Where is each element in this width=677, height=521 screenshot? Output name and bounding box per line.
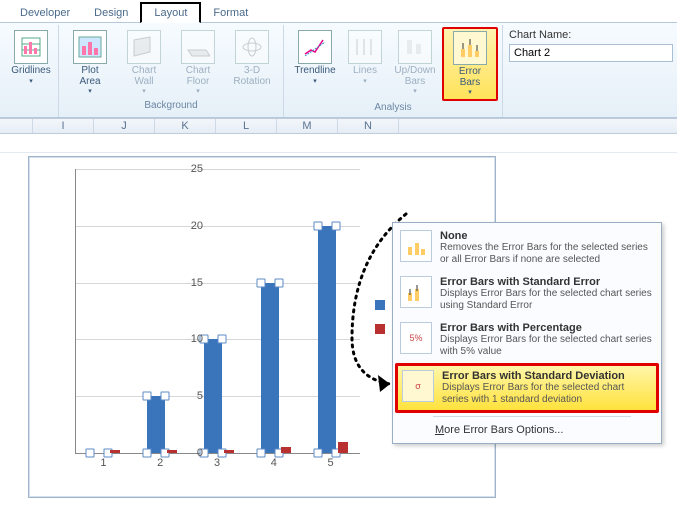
plot-area-button[interactable]: Plot Area▾ <box>63 27 117 99</box>
bar-stddev[interactable] <box>338 442 348 453</box>
bar-sucrose[interactable] <box>147 396 165 453</box>
chevron-down-icon: ▾ <box>363 77 367 85</box>
y-tick-label: 10 <box>163 333 203 345</box>
selection-handle[interactable] <box>331 221 340 230</box>
error-bars-button[interactable]: Error Bars▾ <box>442 27 498 101</box>
chart-name-group: Chart Name: <box>503 25 677 117</box>
bar-sucrose[interactable] <box>261 283 279 453</box>
x-tick-label: 4 <box>246 457 302 469</box>
selection-handle[interactable] <box>313 221 322 230</box>
none-icon <box>400 230 432 262</box>
lines-button: Lines▾ <box>342 27 388 99</box>
trendline-icon <box>298 30 332 64</box>
chart-wall-icon <box>127 30 161 64</box>
x-tick-label: 3 <box>189 457 245 469</box>
col-header[interactable]: N <box>338 119 399 133</box>
3d-rotation-button: 3-D Rotation <box>225 27 279 99</box>
chart-floor-icon <box>181 30 215 64</box>
chevron-down-icon: ▾ <box>88 87 92 95</box>
x-tick-label: 2 <box>132 457 188 469</box>
ribbon-tabs: Developer Design Layout Format <box>0 0 677 23</box>
updown-icon <box>398 30 432 64</box>
group-analysis-label: Analysis <box>374 101 411 115</box>
gridlines-button[interactable]: Gridlines▾ <box>8 27 54 99</box>
trendline-button[interactable]: Trendline▾ <box>288 27 342 99</box>
menu-item-standard-deviation[interactable]: σ Error Bars with Standard DeviationDisp… <box>395 363 659 413</box>
tab-developer[interactable]: Developer <box>8 4 82 22</box>
column-headers: I J K L M N <box>0 118 677 134</box>
col-header[interactable]: M <box>277 119 338 133</box>
bar-stddev[interactable] <box>281 447 291 453</box>
y-tick-label: 15 <box>163 277 203 289</box>
bar-stddev[interactable] <box>224 450 234 453</box>
x-tick-label: 1 <box>75 457 131 469</box>
tab-format[interactable]: Format <box>201 4 260 22</box>
col-header[interactable]: J <box>94 119 155 133</box>
chevron-down-icon: ▾ <box>413 87 417 95</box>
selection-handle[interactable] <box>218 335 227 344</box>
plot-area-icon <box>73 30 107 64</box>
standard-deviation-icon: σ <box>402 370 434 402</box>
chart-wall-button: Chart Wall▾ <box>117 27 171 99</box>
group-background-label: Background <box>144 99 197 113</box>
updown-bars-button: Up/Down Bars▾ <box>388 27 442 99</box>
chevron-down-icon: ▾ <box>196 87 200 95</box>
chevron-down-icon: ▾ <box>29 77 33 85</box>
error-bars-icon <box>453 31 487 65</box>
worksheet: I J K L M N Sucrose Conc Std Dev 0510152… <box>0 118 677 153</box>
col-header[interactable]: K <box>155 119 216 133</box>
plot-area <box>75 169 360 454</box>
y-tick-label: 25 <box>163 163 203 175</box>
bar-stddev[interactable] <box>110 450 120 453</box>
menu-item-percentage[interactable]: 5% Error Bars with PercentageDisplays Er… <box>395 317 659 363</box>
tab-layout[interactable]: Layout <box>140 2 201 23</box>
chart-name-label: Chart Name: <box>509 29 673 41</box>
3d-rotation-icon <box>235 30 269 64</box>
y-tick-label: 5 <box>163 390 203 402</box>
gridlines-icon <box>14 30 48 64</box>
error-bars-menu: NoneRemoves the Error Bars for the selec… <box>392 222 662 444</box>
bar-sucrose[interactable] <box>204 339 222 453</box>
chart-name-input[interactable] <box>509 44 673 62</box>
x-tick-label: 5 <box>303 457 359 469</box>
col-header[interactable]: I <box>33 119 94 133</box>
lines-icon <box>348 30 382 64</box>
col-header[interactable]: L <box>216 119 277 133</box>
chevron-down-icon: ▾ <box>468 88 472 96</box>
chart-floor-button: Chart Floor▾ <box>171 27 225 99</box>
y-tick-label: 20 <box>163 220 203 232</box>
menu-item-more-options[interactable]: More Error Bars Options... <box>395 419 659 441</box>
percentage-icon: 5% <box>400 322 432 354</box>
tab-design[interactable]: Design <box>82 4 140 22</box>
ribbon: Gridlines▾ Plot Area▾ Chart Wall▾ Chart … <box>0 23 677 118</box>
selection-handle[interactable] <box>274 278 283 287</box>
menu-item-none[interactable]: NoneRemoves the Error Bars for the selec… <box>395 225 659 271</box>
selection-handle[interactable] <box>143 392 152 401</box>
standard-error-icon <box>400 276 432 308</box>
menu-item-standard-error[interactable]: Error Bars with Standard ErrorDisplays E… <box>395 271 659 317</box>
chevron-down-icon: ▾ <box>142 87 146 95</box>
selection-handle[interactable] <box>256 278 265 287</box>
bar-sucrose[interactable] <box>318 226 336 453</box>
chevron-down-icon: ▾ <box>313 77 317 85</box>
